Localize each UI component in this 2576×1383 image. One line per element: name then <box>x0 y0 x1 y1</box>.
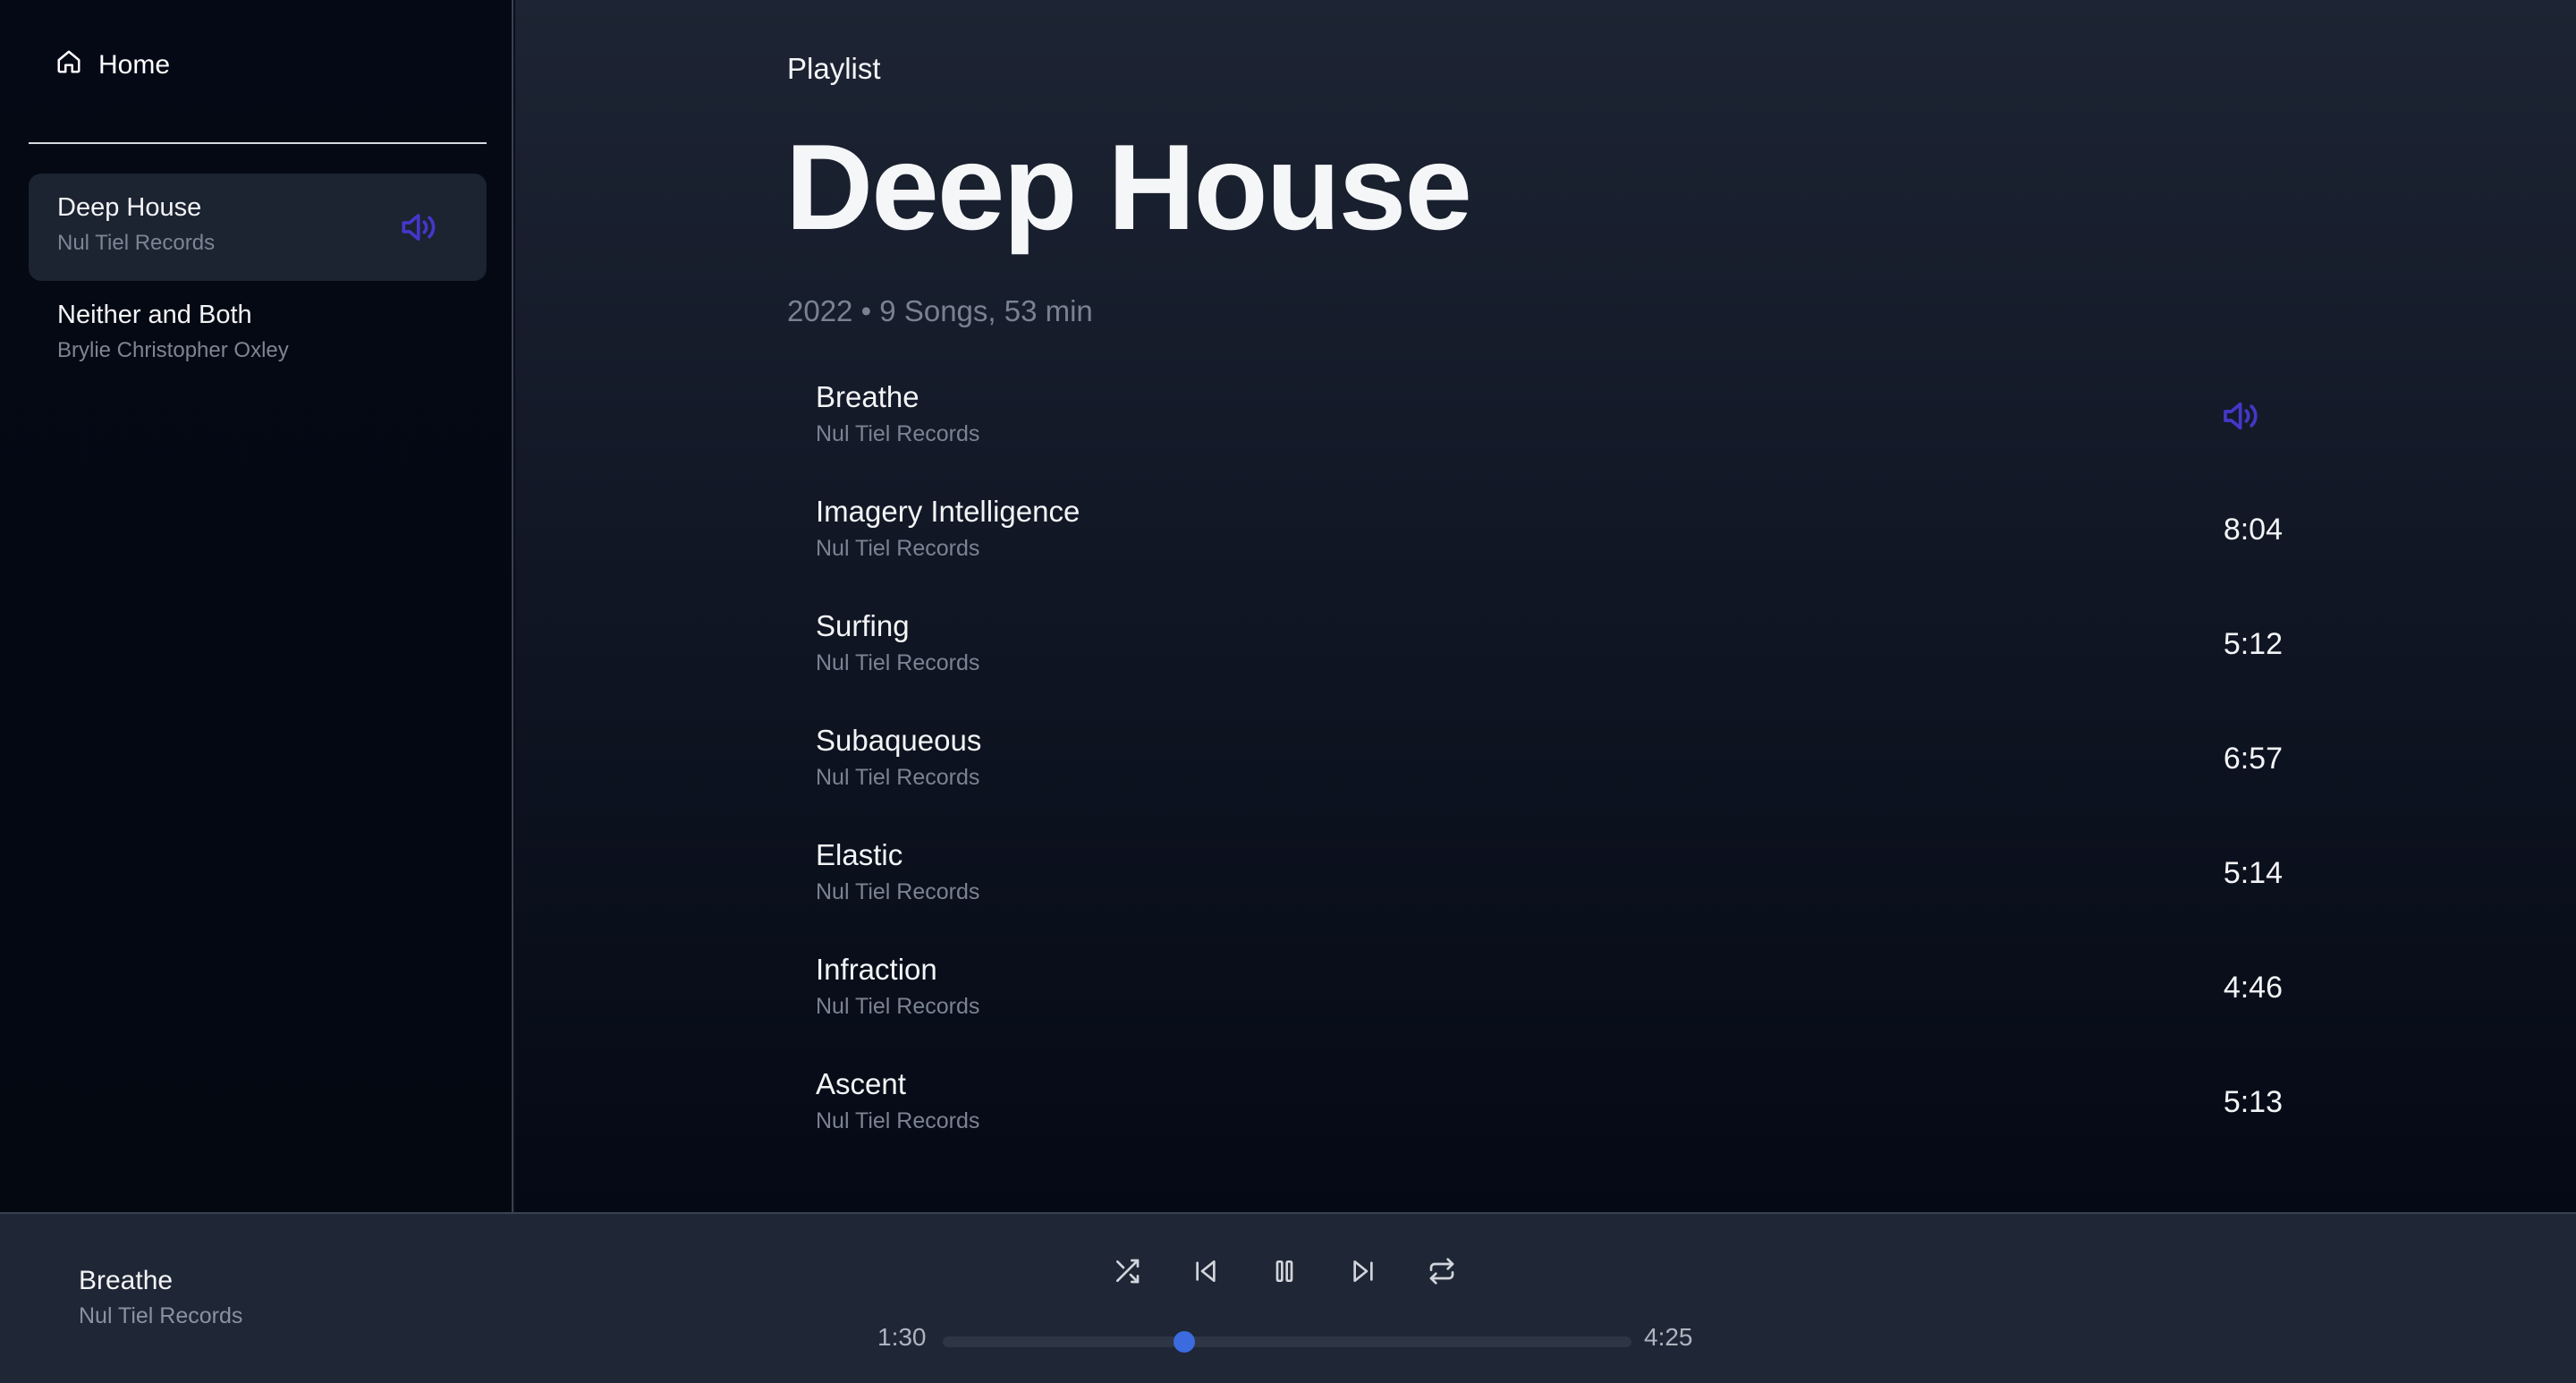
track-row[interactable]: Surfing Nul Tiel Records 5:12 <box>816 609 2283 708</box>
track-title: Breathe <box>816 380 919 413</box>
time-elapsed: 1:30 <box>877 1323 927 1351</box>
time-total: 4:25 <box>1644 1323 1693 1351</box>
track-row[interactable]: Breathe Nul Tiel Records <box>816 380 2283 479</box>
skip-forward-icon <box>1349 1257 1377 1290</box>
skip-back-icon <box>1191 1257 1220 1290</box>
track-duration: 5:14 <box>2223 856 2283 890</box>
track-artist: Nul Tiel Records <box>816 650 980 675</box>
home-label: Home <box>98 50 171 80</box>
pause-button[interactable] <box>1267 1255 1302 1291</box>
progress-knob[interactable] <box>1173 1331 1195 1353</box>
track-title: Infraction <box>816 953 937 986</box>
home-icon <box>55 48 82 82</box>
track-artist: Nul Tiel Records <box>816 536 980 561</box>
next-button[interactable] <box>1345 1255 1381 1291</box>
sidebar-playlist-deep-house[interactable]: Deep House Nul Tiel Records <box>29 174 487 281</box>
track-duration: 4:46 <box>2223 971 2283 1005</box>
volume-icon <box>401 209 442 245</box>
track-artist: Nul Tiel Records <box>816 421 980 446</box>
track-title: Surfing <box>816 609 910 642</box>
page-eyebrow: Playlist <box>787 52 881 85</box>
volume-icon <box>2222 398 2265 434</box>
track-title: Subaqueous <box>816 724 982 757</box>
track-duration: 6:57 <box>2223 742 2283 776</box>
track-row[interactable]: Ascent Nul Tiel Records 5:13 <box>816 1067 2283 1166</box>
shuffle-icon <box>1113 1257 1141 1290</box>
progress-slider[interactable] <box>943 1331 1631 1353</box>
track-title: Ascent <box>816 1067 906 1100</box>
track-row[interactable]: Subaqueous Nul Tiel Records 6:57 <box>816 724 2283 822</box>
track-duration: 8:04 <box>2223 513 2283 547</box>
playlist-title: Deep House <box>57 193 202 222</box>
sidebar-divider <box>29 142 487 144</box>
track-artist: Nul Tiel Records <box>816 1108 980 1133</box>
repeat-button[interactable] <box>1424 1255 1460 1291</box>
playback-controls <box>1109 1255 1467 1291</box>
playlist-title: Neither and Both <box>57 301 252 329</box>
repeat-icon <box>1428 1257 1456 1290</box>
track-row[interactable]: Infraction Nul Tiel Records 4:46 <box>816 953 2283 1051</box>
track-artist: Nul Tiel Records <box>816 765 980 790</box>
track-row[interactable]: Imagery Intelligence Nul Tiel Records 8:… <box>816 495 2283 593</box>
track-artist: Nul Tiel Records <box>816 994 980 1019</box>
sidebar: Home Deep House Nul Tiel Records Neither… <box>0 0 513 1212</box>
playlist-subtitle: Brylie Christopher Oxley <box>57 338 289 362</box>
track-artist: Nul Tiel Records <box>816 879 980 904</box>
track-duration: 5:12 <box>2223 627 2283 661</box>
player-bar: Breathe Nul Tiel Records 1:30 4:25 <box>0 1212 2576 1383</box>
sidebar-playlist-neither-and-both[interactable]: Neither and Both Brylie Christopher Oxle… <box>29 281 487 388</box>
track-row[interactable]: Elastic Nul Tiel Records 5:14 <box>816 838 2283 937</box>
page-title: Deep House <box>785 119 1472 255</box>
previous-button[interactable] <box>1188 1255 1224 1291</box>
track-title: Imagery Intelligence <box>816 495 1080 528</box>
pause-icon <box>1270 1257 1299 1290</box>
now-playing-artist: Nul Tiel Records <box>79 1303 243 1328</box>
track-title: Elastic <box>816 838 903 871</box>
home-link[interactable]: Home <box>55 48 170 82</box>
shuffle-button[interactable] <box>1109 1255 1145 1291</box>
track-duration: 5:13 <box>2223 1085 2283 1119</box>
playlist-subtitle: Nul Tiel Records <box>57 231 216 255</box>
app: Home Deep House Nul Tiel Records Neither… <box>0 0 2576 1383</box>
main-content: Playlist Deep House 2022 • 9 Songs, 53 m… <box>515 0 2576 1212</box>
now-playing-title: Breathe <box>79 1266 174 1295</box>
playlist-meta: 2022 • 9 Songs, 53 min <box>787 294 1093 327</box>
